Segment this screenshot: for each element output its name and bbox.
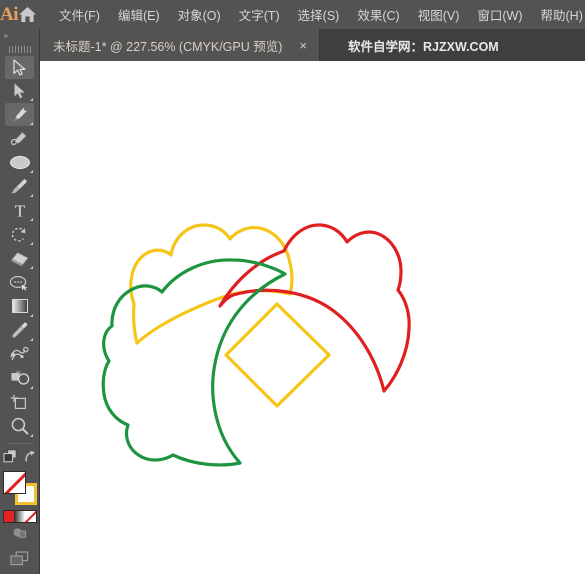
menu-view[interactable]: 视图(V) xyxy=(409,1,469,28)
screen-mode-icon[interactable] xyxy=(10,551,29,571)
draw-mode-row xyxy=(0,523,40,549)
panel-drag-handle[interactable] xyxy=(0,43,40,56)
menu-help[interactable]: 帮助(H) xyxy=(532,1,585,28)
color-mode-gradient-icon[interactable] xyxy=(14,510,25,522)
paintbrush-tool[interactable] xyxy=(5,175,34,198)
menu-bar: Ai 文件(F) 编辑(E) 对象(O) 文字(T) 选择(S) 效果(C) 视… xyxy=(0,0,585,29)
artboard-tool[interactable] xyxy=(5,391,34,414)
draw-mode-icon[interactable] xyxy=(12,526,27,545)
tools-panel: » T xyxy=(0,29,40,574)
menu-window[interactable]: 窗口(W) xyxy=(468,1,531,28)
tool-flyout-indicator-icon xyxy=(30,337,33,341)
tool-flyout-indicator-icon xyxy=(30,194,33,198)
tool-flyout-indicator-icon xyxy=(30,218,33,222)
document-tab-title: 未标题-1* @ 227.56% (CMYK/GPU 预览) xyxy=(53,39,283,54)
curvature-tool[interactable] xyxy=(5,127,34,150)
menu-file[interactable]: 文件(F) xyxy=(50,1,109,28)
tool-flyout-indicator-icon xyxy=(30,122,33,126)
color-mode-color-icon[interactable] xyxy=(3,510,15,522)
close-icon[interactable]: × xyxy=(296,39,310,52)
menu-edit[interactable]: 编辑(E) xyxy=(109,1,169,28)
tool-flyout-indicator-icon xyxy=(30,266,33,270)
document-tab[interactable]: 未标题-1* @ 227.56% (CMYK/GPU 预览) × xyxy=(40,29,321,61)
tool-flyout-indicator-icon xyxy=(30,433,33,437)
pen-tool[interactable] xyxy=(5,103,34,127)
no-fill-slash-icon xyxy=(3,471,25,493)
menu-item-list: 文件(F) 编辑(E) 对象(O) 文字(T) 选择(S) 效果(C) 视图(V… xyxy=(50,1,585,28)
yellow-diamond-path[interactable] xyxy=(224,302,331,408)
shape-builder-tool[interactable] xyxy=(5,367,34,390)
zoom-tool[interactable] xyxy=(5,415,34,438)
fill-stroke-swatches[interactable] xyxy=(2,470,37,505)
fill-stroke-row xyxy=(0,469,40,505)
fill-swatch[interactable] xyxy=(2,470,26,494)
menu-select[interactable]: 选择(S) xyxy=(289,1,349,28)
tool-flyout-indicator-icon xyxy=(30,313,33,317)
color-mode-none-icon[interactable] xyxy=(24,510,36,522)
document-canvas[interactable] xyxy=(40,61,585,574)
direct-selection-tool[interactable] xyxy=(5,80,34,103)
rotate-tool[interactable] xyxy=(5,223,34,246)
menu-object[interactable]: 对象(O) xyxy=(169,1,230,28)
app-logo-icon: Ai xyxy=(0,3,19,25)
type-tool[interactable]: T xyxy=(5,199,34,222)
ellipse-tool[interactable] xyxy=(5,151,34,174)
color-mode-row xyxy=(0,505,40,523)
swap-fill-stroke-icon[interactable] xyxy=(24,450,37,468)
watermark-text: 软件自学网：RJZXW.COM xyxy=(348,39,499,54)
green-cloud-path[interactable] xyxy=(101,258,287,467)
tools-divider xyxy=(6,442,33,444)
illustrator-window: Ai 文件(F) 编辑(E) 对象(O) 文字(T) 选择(S) 效果(C) 视… xyxy=(0,0,585,574)
menu-type[interactable]: 文字(T) xyxy=(230,1,289,28)
gradient-tool[interactable] xyxy=(5,295,34,318)
toolbar-options-row xyxy=(0,448,40,469)
screen-mode-row xyxy=(0,548,40,574)
selection-tool[interactable] xyxy=(5,55,34,79)
svg-text:T: T xyxy=(14,202,25,219)
tool-flyout-indicator-icon xyxy=(30,242,33,246)
tool-flyout-indicator-icon xyxy=(30,385,33,389)
edit-toolbar-icon[interactable] xyxy=(3,448,19,469)
document-tab-bar: 未标题-1* @ 227.56% (CMYK/GPU 预览) × 软件自学网：R… xyxy=(0,29,585,61)
tool-flyout-indicator-icon xyxy=(30,98,33,102)
eraser-tool[interactable] xyxy=(5,247,34,270)
menu-effect[interactable]: 效果(C) xyxy=(348,1,408,28)
tool-flyout-indicator-icon xyxy=(30,170,33,174)
shaper-tool[interactable] xyxy=(5,271,34,294)
collapse-panel-icon[interactable]: » xyxy=(0,29,40,43)
red-cloud-path[interactable] xyxy=(218,223,411,393)
eyedropper-tool[interactable] xyxy=(5,319,34,342)
artwork-illustration[interactable] xyxy=(40,61,585,574)
home-icon[interactable] xyxy=(18,0,37,29)
blend-tool[interactable] xyxy=(5,343,34,366)
